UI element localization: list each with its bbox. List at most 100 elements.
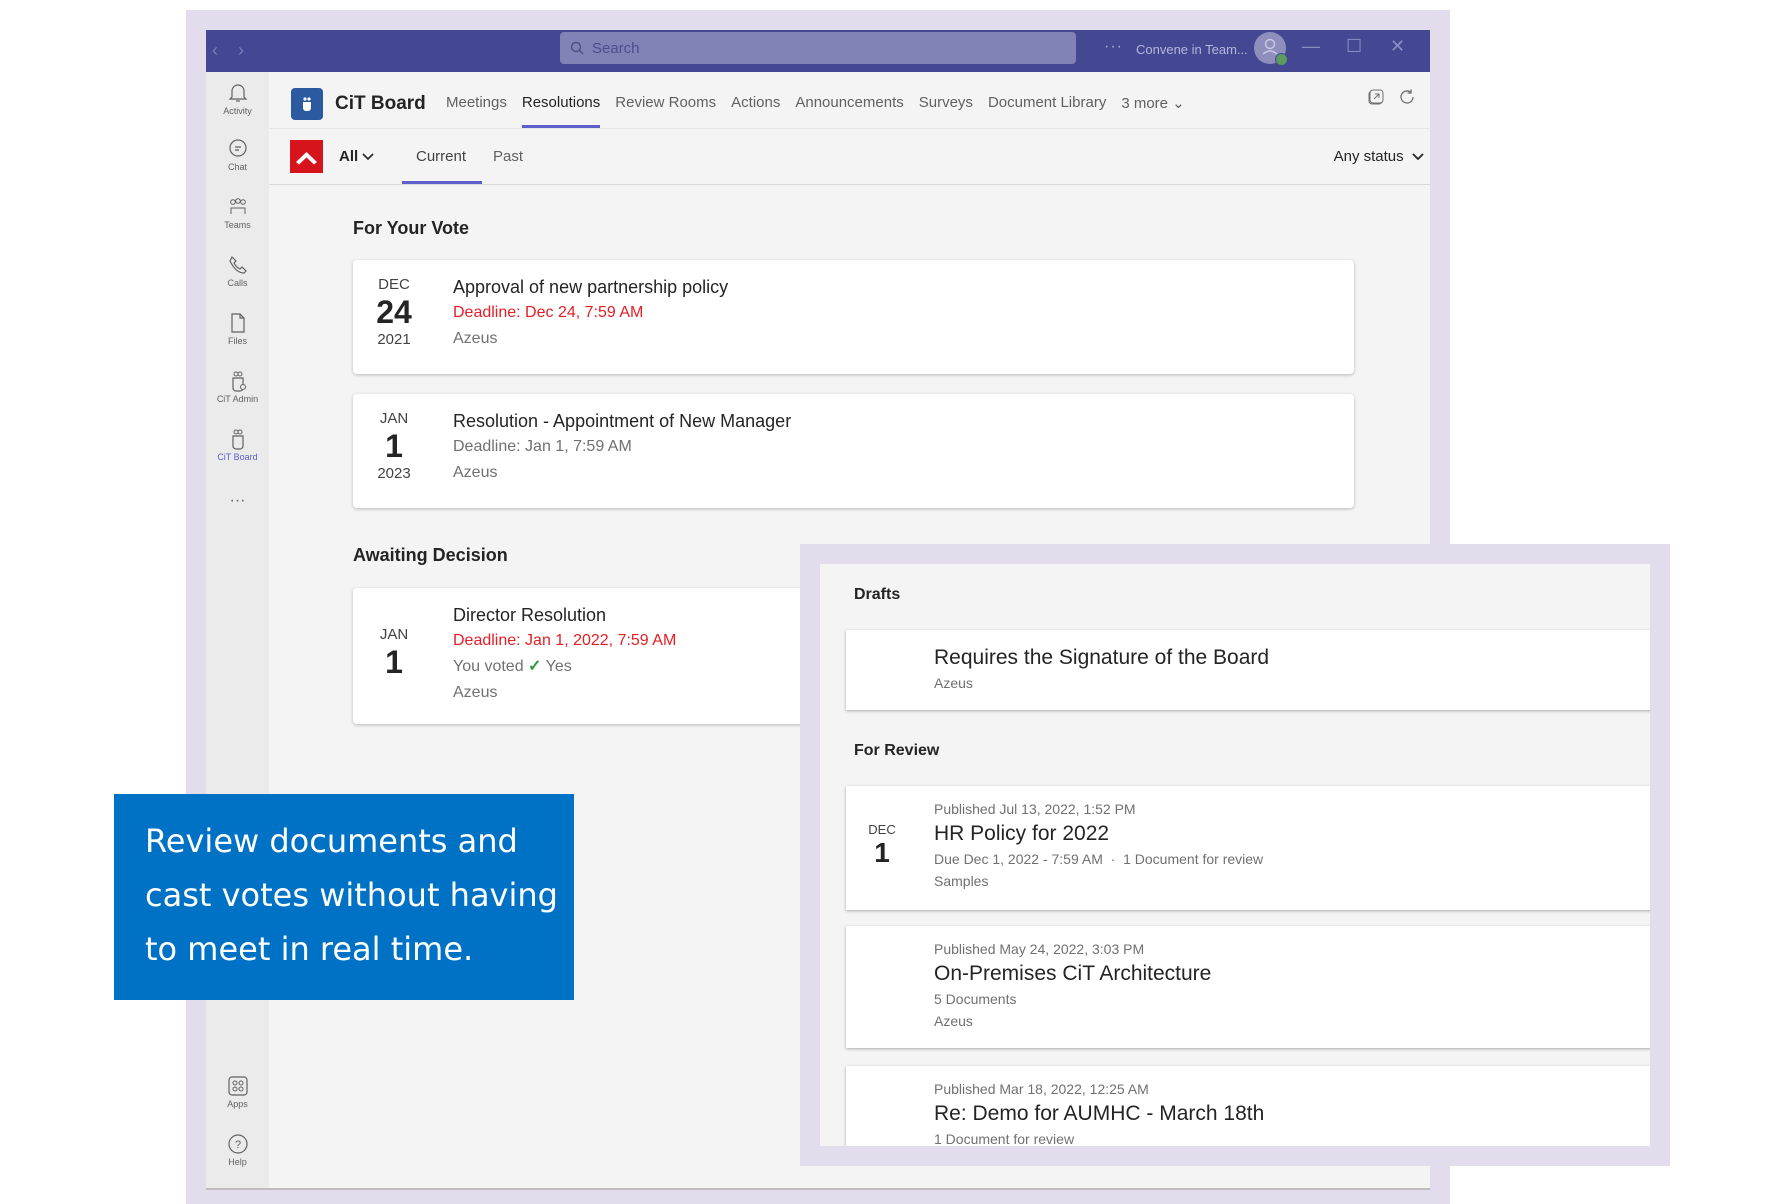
review-room-card[interactable]: DEC 1 Published Jul 13, 2022, 1:52 PM HR… [846, 786, 1650, 910]
rail-item-apps[interactable]: Apps [206, 1075, 269, 1109]
review-rooms-content: Drafts Requires the Signature of the Boa… [820, 564, 1650, 1146]
rail-label: Apps [227, 1099, 248, 1109]
callout-line: to meet in real time. [145, 930, 474, 968]
published-date: Published Jul 13, 2022, 1:52 PM [934, 801, 1136, 817]
rail-label: Chat [227, 162, 247, 172]
tab-meetings[interactable]: Meetings [446, 94, 507, 128]
vote-prefix: You voted [453, 658, 524, 675]
resolution-card[interactable]: JAN 1 2023 Resolution - Appointment of N… [353, 394, 1354, 508]
published-date: Published May 24, 2022, 3:03 PM [934, 941, 1145, 957]
date-day: 1 [385, 644, 403, 680]
app-rail: Activity Chat Teams Calls Files CiT Admi… [206, 72, 269, 1188]
date-badge: DEC 24 2021 [353, 276, 435, 348]
cit-board-icon [231, 429, 244, 450]
tab-document-library[interactable]: Document Library [988, 94, 1106, 128]
review-room-details: Due Dec 1, 2022 - 7:59 AM · 1 Document f… [934, 851, 1264, 867]
date-month: DEC [868, 822, 896, 837]
review-room-title: HR Policy for 2022 [934, 822, 1110, 845]
resolution-deadline: Deadline: Dec 24, 7:59 AM [453, 304, 644, 321]
review-room-org: Azeus [934, 1013, 973, 1029]
review-room-card[interactable]: Published Mar 18, 2022, 12:25 AM Re: Dem… [846, 1066, 1650, 1146]
tab-resolutions[interactable]: Resolutions [521, 94, 601, 128]
rail-label: Activity [223, 106, 252, 116]
date-day: 24 [376, 294, 412, 330]
back-button[interactable]: ‹ [212, 40, 218, 61]
active-tab-indicator [402, 181, 482, 184]
resolution-card[interactable]: DEC 24 2021 Approval of new partnership … [353, 260, 1354, 374]
tab-surveys[interactable]: Surveys [919, 94, 973, 128]
tab-actions[interactable]: Actions [731, 94, 780, 128]
section-title-for-your-vote: For Your Vote [353, 218, 470, 238]
resolution-title: Resolution - Appointment of New Manager [453, 411, 792, 431]
rail-item-files[interactable]: Files [206, 312, 269, 346]
status-filter-label: Any status [1333, 148, 1404, 165]
app-name: CiT Board [335, 93, 426, 114]
cit-board-logo [291, 88, 323, 120]
vote-status: You voted ✓ Yes [453, 654, 676, 680]
review-room-title: On-Premises CiT Architecture [934, 962, 1212, 985]
org-name[interactable]: Convene in Team... [1136, 42, 1248, 57]
review-room-card[interactable]: Published May 24, 2022, 3:03 PM On-Premi… [846, 926, 1650, 1048]
refresh-icon[interactable] [1398, 88, 1416, 106]
section-title-awaiting-decision: Awaiting Decision [353, 545, 508, 565]
rail-label: Files [227, 336, 247, 346]
review-room-title: Requires the Signature of the Board [934, 646, 1270, 669]
rail-item-cit-admin[interactable]: CiT Admin [206, 370, 269, 404]
title-bar: ‹ › Search ··· Convene in Team... — ☐ ✕ [206, 30, 1430, 72]
search-input[interactable]: Search [560, 32, 1076, 64]
filter-label: All [339, 148, 359, 165]
search-placeholder: Search [592, 39, 640, 57]
search-icon [570, 41, 584, 55]
tab-past[interactable]: Past [493, 148, 523, 165]
review-room-org: Samples [934, 873, 989, 889]
maximize-button[interactable]: ☐ [1346, 36, 1362, 57]
bell-icon [228, 84, 247, 102]
forward-button[interactable]: › [238, 40, 244, 61]
rail-item-activity[interactable]: Activity [206, 82, 269, 116]
rail-item-teams[interactable]: Teams [206, 196, 269, 230]
tab-current[interactable]: Current [416, 148, 466, 165]
tab-announcements[interactable]: Announcements [795, 94, 903, 128]
tab-more-dropdown[interactable]: 3 more ⌄ [1121, 94, 1184, 128]
resolution-deadline: Deadline: Jan 1, 2022, 7:59 AM [453, 632, 677, 649]
callout-line: cast votes without having [145, 876, 558, 914]
resolution-title: Director Resolution [453, 605, 607, 625]
rail-item-cit-board[interactable]: CiT Board [206, 428, 269, 462]
avatar[interactable] [1254, 32, 1288, 66]
rail-item-calls[interactable]: Calls [206, 254, 269, 288]
checkmark-icon: ✓ [528, 658, 542, 675]
review-room-org: Azeus [934, 675, 973, 691]
rail-more-apps-button[interactable]: ··· [206, 492, 269, 510]
more-options-button[interactable]: ··· [1104, 38, 1123, 56]
date-day: 1 [385, 428, 403, 464]
status-filter-dropdown[interactable]: Any status [1334, 148, 1424, 165]
teams-icon [229, 198, 246, 214]
close-button[interactable]: ✕ [1390, 36, 1405, 57]
tab-review-rooms[interactable]: Review Rooms [615, 94, 716, 128]
rail-label: Calls [227, 278, 248, 288]
resolution-title: Approval of new partnership policy [453, 277, 729, 297]
date-badge: JAN 1 [353, 626, 435, 681]
cit-board-logo-icon [303, 97, 311, 111]
rail-item-help[interactable]: ? Help [206, 1133, 269, 1167]
published-date: Published Mar 18, 2022, 12:25 AM [934, 1081, 1149, 1097]
minimize-button[interactable]: — [1302, 36, 1320, 57]
date-month: JAN [379, 626, 409, 643]
resolution-deadline: Deadline: Jan 1, 7:59 AM [453, 438, 632, 455]
review-room-card[interactable]: Requires the Signature of the Board Azeu… [846, 630, 1650, 710]
date-badge: DEC 1 [862, 822, 902, 869]
review-rooms-panel: Drafts Requires the Signature of the Boa… [800, 544, 1670, 1166]
rail-item-chat[interactable]: Chat [206, 138, 269, 172]
date-badge: JAN 1 2023 [353, 410, 435, 482]
phone-icon [228, 255, 247, 274]
svg-text:?: ? [234, 1139, 240, 1151]
all-filter-dropdown[interactable]: All [339, 148, 374, 165]
popout-icon[interactable] [1367, 88, 1385, 106]
date-month: DEC [378, 276, 410, 293]
chevron-down-icon [362, 153, 374, 161]
chat-icon [228, 139, 247, 157]
chevron-down-icon [1412, 153, 1424, 161]
resolution-org: Azeus [453, 330, 498, 347]
presence-available-icon [1275, 53, 1288, 66]
feature-callout: Review documents and cast votes without … [114, 794, 574, 1000]
